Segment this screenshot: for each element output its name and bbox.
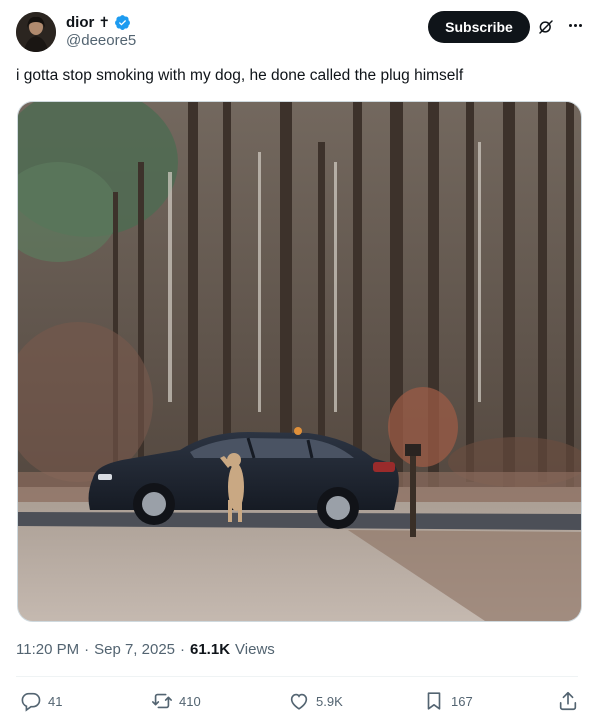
author-handle[interactable]: @deeore5	[66, 32, 136, 49]
repost-icon	[152, 693, 172, 709]
grok-icon[interactable]	[537, 18, 555, 36]
subscribe-button[interactable]: Subscribe	[428, 11, 530, 43]
cross-symbol: ✝	[98, 14, 111, 30]
meta-separator: ·	[180, 641, 185, 658]
repost-count: 410	[179, 693, 201, 709]
heart-icon	[290, 693, 308, 710]
tweet-photo[interactable]	[17, 101, 582, 622]
more-options-icon[interactable]	[564, 14, 586, 36]
author-name-row[interactable]: dior ✝	[66, 12, 131, 32]
tweet-header: dior ✝ @deeore5 Subscribe	[16, 10, 586, 54]
bookmark-icon	[427, 692, 441, 710]
meta-separator: ·	[84, 641, 90, 658]
reply-icon	[21, 692, 41, 712]
share-icon	[559, 691, 577, 711]
like-button[interactable]: 5.9K	[288, 690, 343, 712]
tweet-text: i gotta stop smoking with my dog, he don…	[16, 67, 464, 84]
tweet-time[interactable]: 11:20 PM	[16, 641, 79, 658]
tweet-date[interactable]: Sep 7, 2025	[94, 641, 175, 658]
photo-scene	[18, 102, 581, 621]
views-label: Views	[235, 641, 275, 658]
verified-badge-icon[interactable]	[114, 14, 131, 31]
views-count: 61.1K	[190, 641, 231, 658]
divider	[16, 676, 578, 677]
bookmark-button[interactable]: 167	[423, 690, 473, 712]
reply-button[interactable]: 41	[20, 690, 62, 712]
action-bar: 41 410 5.9K 167	[16, 690, 581, 714]
like-count: 5.9K	[316, 693, 343, 709]
avatar[interactable]	[16, 12, 56, 52]
tweet-metadata: 11:20 PM · Sep 7, 2025 · 61.1K Views	[16, 641, 275, 658]
repost-button[interactable]: 410	[151, 690, 201, 712]
reply-count: 41	[48, 693, 63, 709]
share-button[interactable]	[557, 690, 579, 712]
author-name[interactable]: dior	[66, 14, 94, 31]
bookmark-count: 167	[451, 693, 473, 709]
